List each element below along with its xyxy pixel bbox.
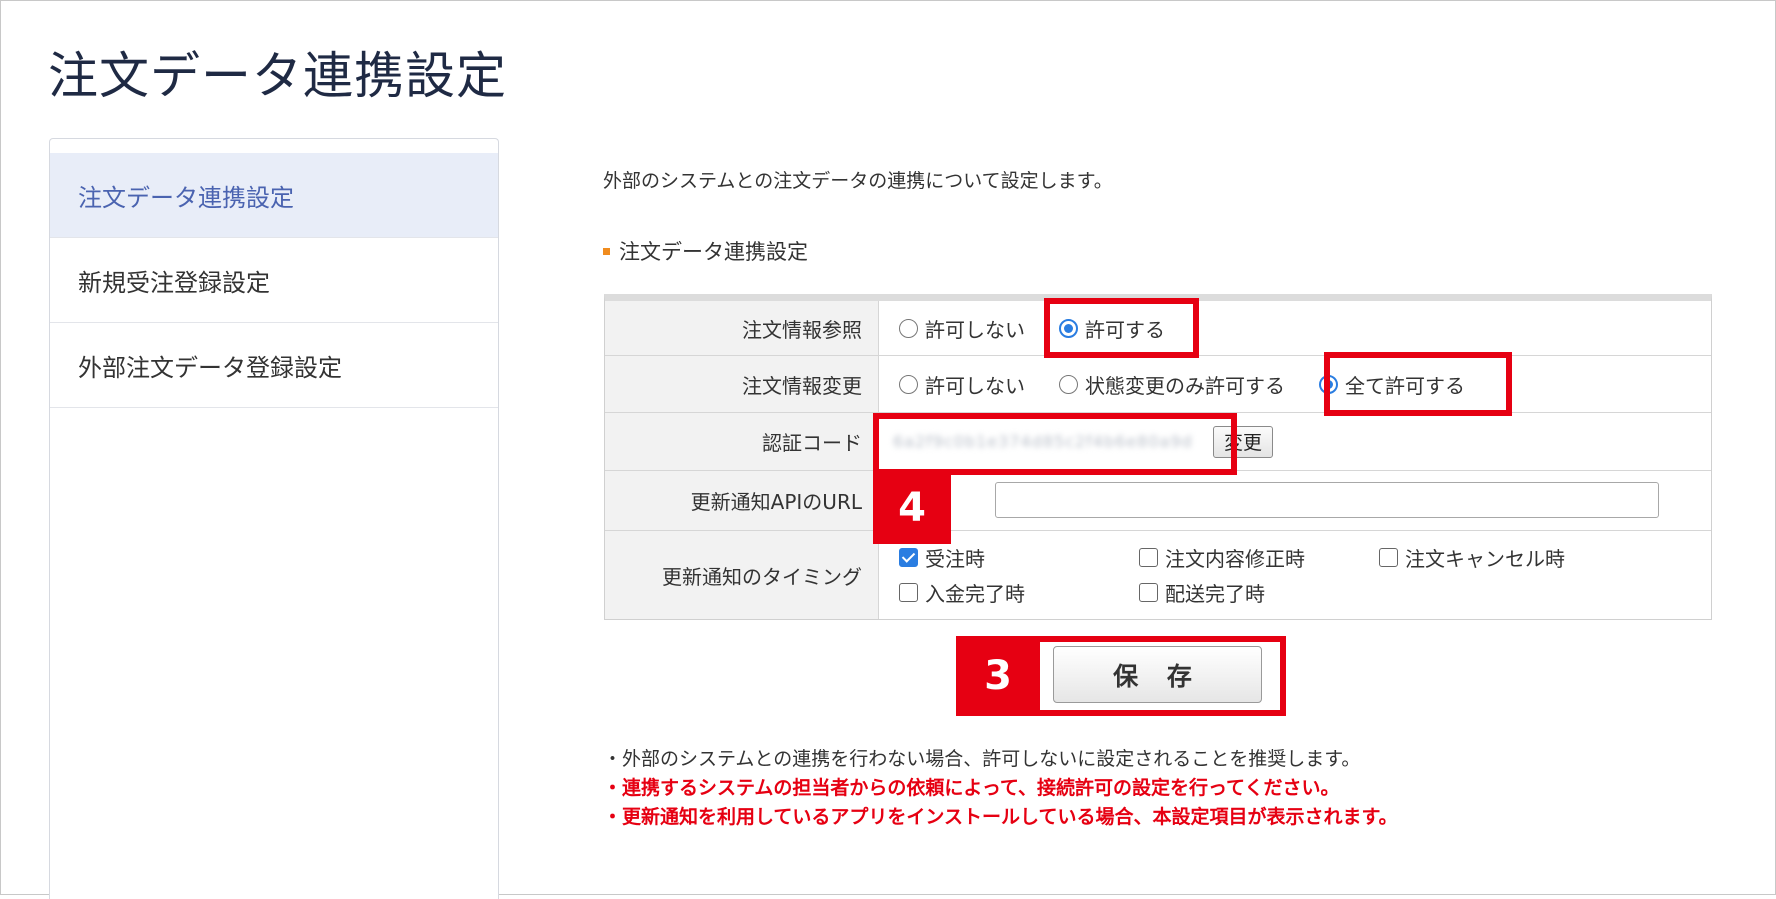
settings-row-notify-timing: 更新通知のタイミング 受注時 注文内容修正時 注文キャンセル時 入金完了時 配送… <box>605 530 1711 619</box>
radio-circle-icon <box>899 374 918 394</box>
row-value <box>879 471 1711 530</box>
section-title: 注文データ連携設定 <box>619 240 808 264</box>
notes: ・外部のシステムとの連携を行わない場合、許可しないに設定されることを推奨します。… <box>603 745 1398 832</box>
radio-label: 許可しない <box>925 373 1025 398</box>
settings-table: 注文情報参照 許可しない 許可する 注文情報変更 許可しない 状態変更のみ許可す… <box>604 294 1712 620</box>
radio-label: 許可しない <box>925 317 1025 342</box>
api-url-input[interactable] <box>995 482 1659 518</box>
row-value: 6a2f9c0b1e374d85c2f4b6e80a9d 変更 <box>879 413 1711 470</box>
order-write-deny-radio[interactable]: 許可しない <box>899 370 1025 399</box>
checkbox-label: 入金完了時 <box>925 582 1025 606</box>
auth-code-value: 6a2f9c0b1e374d85c2f4b6e80a9d <box>893 432 1193 451</box>
sidebar-item-new-order-registration[interactable]: 新規受注登録設定 <box>50 238 498 323</box>
radio-circle-icon <box>899 318 918 338</box>
timing-on-order-checkbox[interactable]: 受注時 <box>899 543 1139 572</box>
sidebar-item-label: 新規受注登録設定 <box>78 268 270 297</box>
row-label: 注文情報変更 <box>605 356 879 412</box>
settings-row-auth-code: 認証コード 6a2f9c0b1e374d85c2f4b6e80a9d 変更 <box>605 412 1711 470</box>
row-label: 認証コード <box>605 413 879 470</box>
radio-label: 許可する <box>1085 317 1165 342</box>
save-button[interactable]: 保 存 <box>1053 646 1262 703</box>
row-label: 更新通知APIのURL <box>605 471 879 530</box>
page-title: 注文データ連携設定 <box>48 47 507 105</box>
row-value: 許可しない 状態変更のみ許可する 全て許可する <box>879 356 1711 412</box>
note-item: ・外部のシステムとの連携を行わない場合、許可しないに設定されることを推奨します。 <box>603 748 1361 770</box>
sidebar: 注文データ連携設定 新規受注登録設定 外部注文データ登録設定 <box>49 138 499 899</box>
checkbox-label: 配送完了時 <box>1165 582 1265 606</box>
settings-row-api-url: 更新通知APIのURL <box>605 470 1711 530</box>
sidebar-item-external-order-registration[interactable]: 外部注文データ登録設定 <box>50 323 498 408</box>
checkbox-icon <box>1379 548 1398 567</box>
order-write-status-only-radio[interactable]: 状態変更のみ許可する <box>1059 370 1285 399</box>
checkbox-label: 注文内容修正時 <box>1165 547 1305 571</box>
row-value: 許可しない 許可する <box>879 301 1711 355</box>
note-item-warning: ・更新通知を利用しているアプリをインストールしている場合、本設定項目が表示されま… <box>603 806 1398 828</box>
order-read-allow-radio[interactable]: 許可する <box>1059 314 1165 343</box>
timing-checkbox-group: 受注時 注文内容修正時 注文キャンセル時 入金完了時 配送完了時 <box>899 543 1619 607</box>
radio-label: 状態変更のみ許可する <box>1085 373 1285 398</box>
radio-checked-icon <box>1319 374 1338 394</box>
order-read-deny-radio[interactable]: 許可しない <box>899 314 1025 343</box>
checkbox-label: 受注時 <box>925 547 985 571</box>
timing-on-shipping-checkbox[interactable]: 配送完了時 <box>1139 578 1379 607</box>
timing-on-cancel-checkbox[interactable]: 注文キャンセル時 <box>1379 543 1619 572</box>
sidebar-item-order-data-integration[interactable]: 注文データ連携設定 <box>50 153 498 238</box>
row-label: 注文情報参照 <box>605 301 879 355</box>
radio-label: 全て許可する <box>1345 373 1465 398</box>
settings-row-order-read: 注文情報参照 許可しない 許可する <box>605 301 1711 355</box>
section-bullet-icon <box>603 247 610 255</box>
timing-on-modify-checkbox[interactable]: 注文内容修正時 <box>1139 543 1379 572</box>
checkbox-icon <box>1139 583 1158 602</box>
auth-code-change-button[interactable]: 変更 <box>1213 425 1274 458</box>
checkbox-icon <box>899 583 918 602</box>
row-value: 受注時 注文内容修正時 注文キャンセル時 入金完了時 配送完了時 <box>879 531 1711 619</box>
sidebar-item-label: 注文データ連携設定 <box>78 183 294 212</box>
step-4-badge: 4 <box>873 472 951 544</box>
timing-on-payment-checkbox[interactable]: 入金完了時 <box>899 578 1139 607</box>
order-write-allow-all-radio[interactable]: 全て許可する <box>1319 370 1465 399</box>
note-item-warning: ・連携するシステムの担当者からの依頼によって、接続許可の設定を行ってください。 <box>603 777 1340 799</box>
intro-text: 外部のシステムとの注文データの連携について設定します。 <box>603 170 1113 192</box>
settings-row-order-write: 注文情報変更 許可しない 状態変更のみ許可する 全て許可する <box>605 355 1711 412</box>
step-3-badge: 3 <box>956 636 1040 716</box>
row-label: 更新通知のタイミング <box>605 531 879 619</box>
checkbox-label: 注文キャンセル時 <box>1405 547 1565 571</box>
section-heading: 注文データ連携設定 <box>603 236 808 266</box>
checkbox-icon <box>1139 548 1158 567</box>
radio-checked-icon <box>1059 318 1078 338</box>
sidebar-item-label: 外部注文データ登録設定 <box>78 353 342 382</box>
checkbox-checked-icon <box>899 548 918 567</box>
radio-circle-icon <box>1059 374 1078 394</box>
